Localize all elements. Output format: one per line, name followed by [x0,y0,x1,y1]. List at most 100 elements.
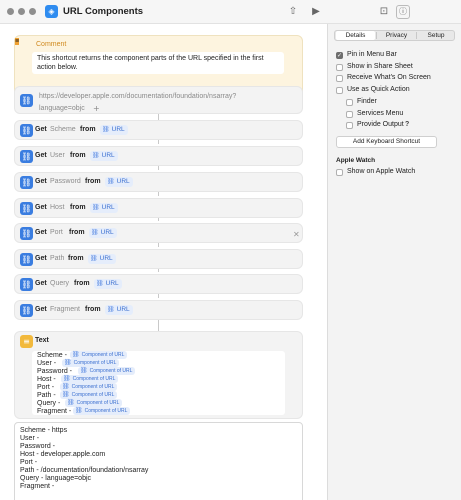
library-icon[interactable]: ⊡ [377,5,391,19]
component-token[interactable]: ⛓ Component of URL [60,383,118,391]
url-token[interactable]: ⛓ URL [100,125,128,135]
component-param[interactable]: Scheme [50,126,76,133]
share-icon[interactable]: ⇧ [286,5,300,19]
checkbox[interactable] [336,87,343,94]
component-param[interactable]: Path [50,255,64,262]
add-icon[interactable]: + [93,104,100,113]
get-port-action[interactable]: ⛓ Get Port from ⛓ URL ✕ [14,223,303,243]
text-line: Fragment - [37,408,72,415]
checkbox-checked[interactable]: ✓ [336,52,343,59]
get-password-action[interactable]: ⛓ Get Password from ⛓ URL [14,172,303,192]
add-keyboard-shortcut-button[interactable]: Add Keyboard Shortcut [336,136,437,148]
url-token-label: URL [111,126,125,133]
component-token-label: Component of URL [73,360,117,366]
component-token-label: Component of URL [71,392,115,398]
url-token-label: URL [100,229,114,236]
component-param[interactable]: Query [50,280,69,287]
get-label: Get [35,204,47,211]
url-token[interactable]: ⛓ URL [89,228,117,238]
option-label: Use as Quick Action [347,86,410,93]
component-token-label: Component of URL [76,400,120,406]
option-label: Provide Output [357,121,404,128]
get-scheme-action[interactable]: ⛓ Get Scheme from ⛓ URL [14,120,303,140]
component-token[interactable]: ⛓ Component of URL [60,391,118,399]
checkbox[interactable] [346,122,353,129]
component-token[interactable]: ⛓ Component of URL [62,359,120,367]
component-token-label: Component of URL [89,368,133,374]
get-path-action[interactable]: ⛓ Get Path from ⛓ URL [14,249,303,269]
get-label: Get [35,229,47,236]
component-token[interactable]: ⛓ Component of URL [70,351,128,359]
component-token[interactable]: ⛓ Component of URL [65,399,123,407]
result-line: Fragment - [20,483,55,490]
remove-action-icon[interactable]: ✕ [293,230,300,239]
tab-privacy[interactable]: Privacy [377,31,416,40]
link-icon: ⛓ [75,407,83,414]
tab-setup[interactable]: Setup [417,31,455,40]
link-icon: ⛓ [63,375,71,382]
link-icon: ⛓ [64,359,72,366]
url-token[interactable]: ⛓ URL [105,305,133,315]
text-line: Query - [37,400,61,407]
text-action[interactable]: ≡ Text Scheme - ⛓ Component of URL User -… [14,331,303,419]
component-param[interactable]: Host [50,204,64,211]
url-token-label: URL [101,152,115,159]
apple-watch-heading: Apple Watch [336,157,376,164]
get-host-action[interactable]: ⛓ Get Host from ⛓ URL [14,198,303,218]
result-line: Query - language=objc [20,475,92,482]
run-icon[interactable]: ▶ [309,5,323,19]
url-action[interactable]: ⛓ https://developer.apple.com/documentat… [14,86,303,114]
component-param[interactable]: Port [50,229,63,236]
url-token-label: URL [101,204,115,211]
text-template-box[interactable]: Scheme - ⛓ Component of URL User - ⛓ Compo… [32,351,285,415]
info-icon[interactable]: ⓘ [396,5,410,19]
checkbox[interactable] [336,169,343,176]
from-label: from [68,255,84,262]
link-icon: ⛓ [20,124,33,137]
url-value[interactable]: https://developer.apple.com/documentatio… [39,93,236,100]
link-icon: ⛓ [72,351,80,358]
component-token[interactable]: ⛓ Component of URL [78,367,136,375]
option-label: Receive What's On Screen [347,74,431,81]
link-icon: ⛓ [20,176,33,189]
url-token[interactable]: ⛓ URL [90,203,118,213]
close-window-button[interactable] [7,8,14,15]
result-line: Scheme - https [20,427,68,434]
get-query-action[interactable]: ⛓ Get Query from ⛓ URL [14,274,303,294]
link-icon: ⛓ [90,255,98,262]
result-line: Port - [20,459,38,466]
text-line: Port - [37,384,55,391]
result-output[interactable]: Scheme - https User - Password - Host - … [14,422,303,500]
url-token[interactable]: ⛓ URL [94,279,122,289]
component-token[interactable]: ⛓ Component of URL [73,407,131,415]
checkbox[interactable] [336,75,343,82]
from-label: from [70,204,86,211]
checkbox[interactable] [346,99,353,106]
url-token[interactable]: ⛓ URL [105,177,133,187]
tab-details[interactable]: Details [336,31,375,40]
option-label: Services Menu [357,110,404,117]
checkbox[interactable] [346,111,353,118]
help-icon[interactable]: ? [405,121,409,128]
component-param[interactable]: Password [50,178,81,185]
url-token[interactable]: ⛓ URL [90,151,118,161]
comment-textbox[interactable]: This shortcut returns the component part… [32,52,284,74]
component-param[interactable]: Fragment [50,306,80,313]
component-param[interactable]: User [50,152,65,159]
get-user-action[interactable]: ⛓ Get User from ⛓ URL [14,146,303,166]
text-line: Path - [37,392,56,399]
link-icon: ⛓ [62,383,70,390]
get-label: Get [35,126,47,133]
option-label: Show in Share Sheet [347,63,413,70]
minimize-window-button[interactable] [18,8,25,15]
component-token-label: Component of URL [84,408,128,414]
component-token[interactable]: ⛓ Component of URL [61,375,119,383]
zoom-window-button[interactable] [29,8,36,15]
link-icon: ⛓ [80,367,88,374]
from-label: from [85,306,101,313]
details-sidebar: Details Privacy Setup ✓ Pin in Menu Bar … [327,24,461,500]
checkbox[interactable] [336,64,343,71]
url-value-continued[interactable]: language=objc [39,105,85,112]
get-fragment-action[interactable]: ⛓ Get Fragment from ⛓ URL [14,300,303,320]
url-token[interactable]: ⛓ URL [88,254,116,264]
